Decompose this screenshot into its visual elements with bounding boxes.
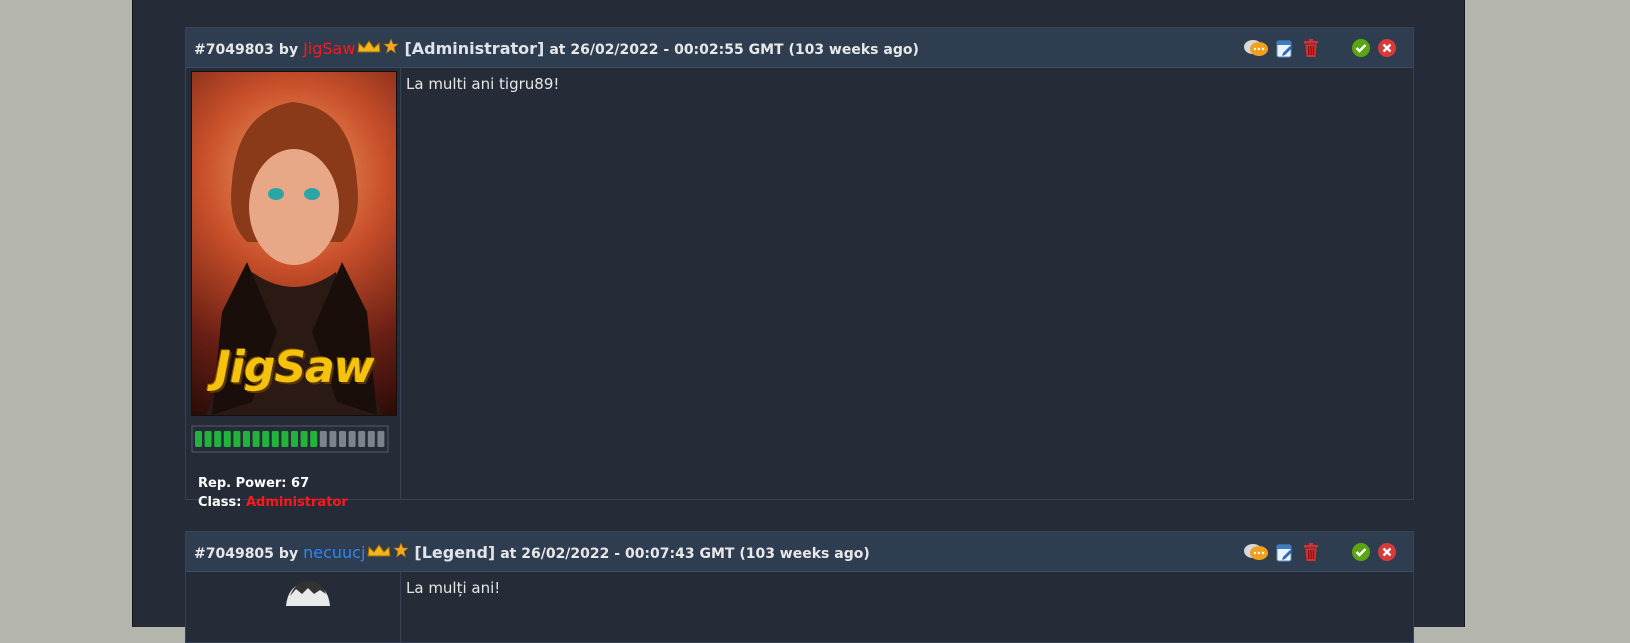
reputation-bar	[191, 425, 389, 453]
delete-icon[interactable]	[1301, 38, 1321, 58]
post-id[interactable]: #7049803	[194, 42, 274, 58]
star-icon	[383, 38, 400, 54]
reputation-segment	[358, 431, 366, 447]
post-actions	[1243, 38, 1397, 58]
rep-power: Rep. Power: 67	[198, 476, 310, 491]
post-header: #7049803 by JigSaw [Administrator] at 26…	[186, 28, 1413, 68]
reputation-segment	[281, 431, 289, 447]
reputation-segment	[367, 431, 375, 447]
forum-post: #7049805 by necuucj [Legend] at 26/02/20…	[185, 531, 1414, 643]
reputation-segment	[329, 431, 337, 447]
post-meta: at 26/02/2022 - 00:02:55 GMT (103 weeks …	[549, 42, 919, 58]
reputation-segment	[348, 431, 356, 447]
delete-icon[interactable]	[1301, 542, 1321, 562]
reputation-segment	[271, 431, 279, 447]
reputation-segment	[377, 431, 385, 447]
avatar[interactable]: JigSaw	[191, 71, 397, 416]
reputation-segment	[262, 431, 270, 447]
author-stats: Rep. Power: 67 Class: Administrator	[198, 474, 348, 512]
edit-icon[interactable]	[1275, 542, 1295, 562]
post-message: La multi ani tigru89!	[406, 75, 560, 93]
quote-icon[interactable]	[1243, 38, 1269, 58]
post-header: #7049805 by necuucj [Legend] at 26/02/20…	[186, 532, 1413, 572]
reputation-segment	[252, 431, 260, 447]
post-message: La mulți ani!	[406, 579, 501, 597]
reputation-segment	[339, 431, 346, 447]
avatar[interactable]	[276, 576, 336, 606]
post-actions	[1243, 542, 1397, 562]
post-author-link[interactable]: JigSaw	[303, 39, 355, 58]
edit-icon[interactable]	[1275, 38, 1295, 58]
reject-icon[interactable]	[1377, 38, 1397, 58]
author-rank: [Legend]	[414, 543, 496, 562]
forum-panel: #7049803 by JigSaw [Administrator] at 26…	[132, 0, 1465, 643]
post-meta: at 26/02/2022 - 00:07:43 GMT (103 weeks …	[500, 546, 870, 562]
approve-icon[interactable]	[1351, 38, 1371, 58]
reputation-segment	[214, 431, 222, 447]
post-id[interactable]: #7049805	[194, 546, 274, 562]
post-author-link[interactable]: necuucj	[303, 543, 365, 562]
reputation-segment	[243, 431, 250, 447]
post-author-panel: JigSaw Rep. Power: 67 Class: Administrat…	[186, 68, 401, 510]
post-author-panel	[186, 572, 401, 642]
reputation-segment	[195, 431, 202, 447]
star-icon	[393, 542, 410, 558]
post-by: by	[278, 546, 299, 562]
quote-icon[interactable]	[1243, 542, 1269, 562]
forum-post: #7049803 by JigSaw [Administrator] at 26…	[185, 27, 1414, 510]
reject-icon[interactable]	[1377, 542, 1397, 562]
crown-icon	[367, 544, 391, 557]
reputation-segment	[310, 431, 318, 447]
avatar-wordmark: JigSaw	[214, 342, 375, 393]
reputation-segment	[291, 431, 298, 447]
reputation-segment	[223, 431, 231, 447]
reputation-segment	[319, 431, 327, 447]
approve-icon[interactable]	[1351, 542, 1371, 562]
reputation-segment	[233, 431, 241, 447]
crown-icon	[357, 40, 382, 53]
class-value: Administrator	[245, 495, 348, 510]
reputation-segment	[204, 431, 212, 447]
author-rank: [Administrator]	[404, 39, 545, 58]
reputation-segment	[300, 431, 308, 447]
post-by: by	[278, 42, 299, 58]
class-label: Class:	[198, 495, 242, 510]
